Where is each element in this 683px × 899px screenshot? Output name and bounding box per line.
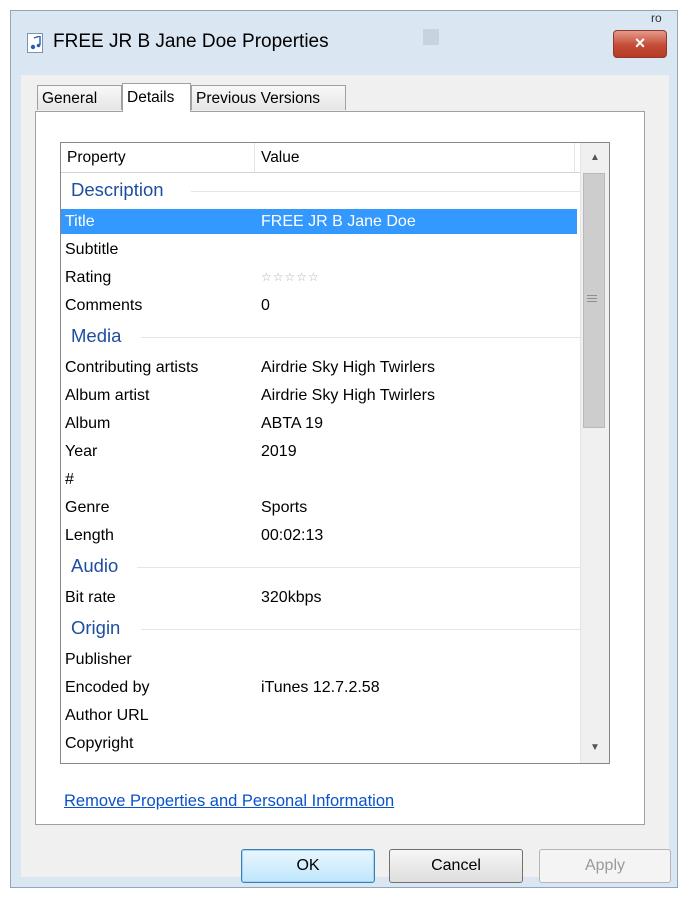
property-value: 320kbps — [261, 589, 322, 606]
table-row[interactable]: Album ABTA 19 — [61, 411, 577, 436]
group-media: Media — [71, 325, 122, 346]
property-name: Title — [65, 213, 95, 230]
table-row[interactable]: Subtitle — [61, 237, 577, 262]
title-bar[interactable]: FREE JR B Jane Doe Properties × — [11, 11, 677, 71]
tab-previous-versions[interactable]: Previous Versions — [191, 85, 346, 110]
property-value: Airdrie Sky High Twirlers — [261, 387, 435, 404]
scroll-down-arrow-icon[interactable]: ▼ — [581, 734, 609, 763]
column-header-value[interactable]: Value — [255, 143, 575, 172]
property-name: Comments — [65, 297, 143, 314]
table-row[interactable]: Album artist Airdrie Sky High Twirlers — [61, 383, 577, 408]
property-name: Encoded by — [65, 679, 150, 696]
property-name: Album artist — [65, 387, 150, 404]
property-name: Length — [65, 527, 114, 544]
table-row[interactable]: Author URL — [61, 703, 577, 728]
table-row[interactable]: Genre Sports — [61, 495, 577, 520]
property-value: Airdrie Sky High Twirlers — [261, 359, 435, 376]
ok-button[interactable]: OK — [241, 849, 375, 883]
scroll-grip-icon — [587, 295, 597, 305]
details-tab-content: Property Value Description Title FREE JR… — [35, 111, 645, 825]
table-row[interactable]: Bit rate 320kbps — [61, 585, 577, 610]
group-divider — [137, 567, 581, 568]
vertical-scrollbar[interactable]: ▲ ▼ — [580, 143, 609, 763]
group-audio: Audio — [71, 555, 119, 576]
property-value: FREE JR B Jane Doe — [261, 213, 416, 230]
close-button[interactable]: × — [613, 30, 667, 58]
list-header: Property Value — [61, 143, 589, 173]
remove-properties-link[interactable]: Remove Properties and Personal Informati… — [64, 792, 394, 811]
property-name: Contributing artists — [65, 359, 199, 376]
property-name: Genre — [65, 499, 110, 516]
top-edge-text: ro — [651, 11, 662, 25]
property-name: Subtitle — [65, 241, 119, 258]
table-row[interactable]: # — [61, 467, 577, 492]
property-list[interactable]: Property Value Description Title FREE JR… — [60, 142, 610, 764]
table-row[interactable]: Title FREE JR B Jane Doe — [61, 209, 577, 234]
cancel-button[interactable]: Cancel — [389, 849, 523, 883]
property-value: 00:02:13 — [261, 527, 324, 544]
table-row[interactable]: Publisher — [61, 647, 577, 672]
table-row[interactable]: Rating ☆☆☆☆☆ — [61, 265, 577, 290]
group-description: Description — [71, 179, 164, 200]
property-value: iTunes 12.7.2.58 — [261, 679, 380, 696]
column-header-property[interactable]: Property — [61, 143, 255, 172]
property-name: Copyright — [65, 735, 134, 752]
rating-stars-icon[interactable]: ☆☆☆☆☆ — [261, 265, 320, 290]
group-divider — [191, 191, 581, 192]
group-origin: Origin — [71, 617, 121, 638]
tab-general[interactable]: General — [37, 85, 122, 110]
property-name: # — [65, 471, 74, 488]
audio-file-icon — [27, 33, 43, 53]
properties-window: FREE JR B Jane Doe Properties × ro Gener… — [10, 10, 678, 888]
property-name: Publisher — [65, 651, 132, 668]
property-name: Rating — [65, 269, 112, 286]
table-row[interactable]: Contributing artists Airdrie Sky High Tw… — [61, 355, 577, 380]
table-row[interactable]: Copyright — [61, 731, 577, 756]
table-row[interactable]: Length 00:02:13 — [61, 523, 577, 548]
property-name: Album — [65, 415, 111, 432]
table-row[interactable]: Year 2019 — [61, 439, 577, 464]
property-value: 0 — [261, 297, 270, 314]
property-name: Year — [65, 443, 98, 460]
maximize-button[interactable] — [423, 29, 439, 45]
apply-button[interactable]: Apply — [539, 849, 671, 883]
window-title: FREE JR B Jane Doe Properties — [53, 31, 329, 52]
table-row[interactable]: Encoded by iTunes 12.7.2.58 — [61, 675, 577, 700]
group-divider — [141, 629, 581, 630]
group-divider — [141, 337, 581, 338]
property-value: 2019 — [261, 443, 297, 460]
property-value: Sports — [261, 499, 308, 516]
tab-details[interactable]: Details — [122, 83, 191, 112]
property-name: Author URL — [65, 707, 149, 724]
property-name: Bit rate — [65, 589, 116, 606]
property-value: ABTA 19 — [261, 415, 323, 432]
table-row[interactable]: Comments 0 — [61, 293, 577, 318]
scroll-up-arrow-icon[interactable]: ▲ — [581, 143, 609, 172]
dialog-body: General Details Previous Versions Proper… — [21, 75, 671, 883]
